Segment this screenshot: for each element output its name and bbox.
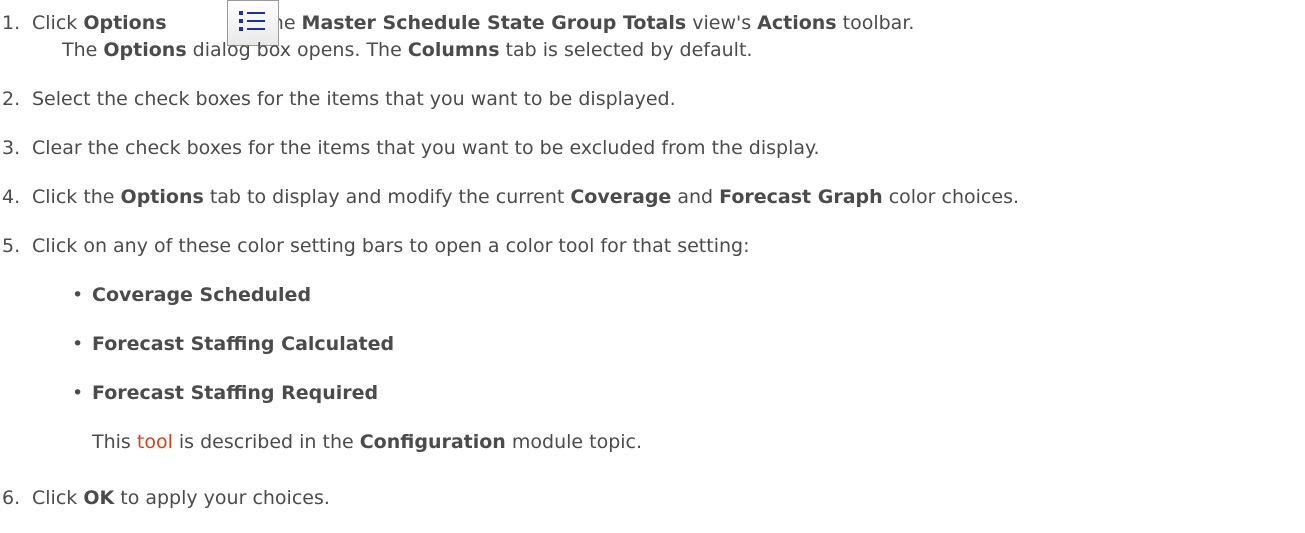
step-3: 3. Clear the check boxes for the items th… bbox=[2, 137, 820, 159]
tool-note: This tool is described in the Configurat… bbox=[92, 431, 643, 453]
step-4: 4. Click the Options tab to display and m… bbox=[2, 186, 1020, 208]
bullet-forecast-staffing-calculated: • Forecast Staffing Calculated bbox=[72, 333, 395, 355]
step-2: 2. Select the check boxes for the items t… bbox=[2, 88, 676, 110]
actions-label: Actions bbox=[757, 12, 837, 34]
view-name: Master Schedule State Group Totals bbox=[301, 12, 687, 34]
step-5: 5. Click on any of these color setting ba… bbox=[2, 235, 750, 257]
bullet-coverage-scheduled: • Coverage Scheduled bbox=[72, 284, 312, 306]
instructions: 1.Click Options on the Master Schedule S… bbox=[0, 0, 1305, 533]
step-1-result: The Options dialog box opens. The Column… bbox=[62, 39, 753, 61]
step-number: 1. bbox=[2, 12, 21, 34]
options-label: Options bbox=[83, 12, 167, 34]
step-1: 1.Click Options on the Master Schedule S… bbox=[2, 12, 915, 34]
step-6: 6. Click OK to apply your choices. bbox=[2, 487, 330, 509]
bullet-forecast-staffing-required: • Forecast Staffing Required bbox=[72, 382, 379, 404]
tool-link[interactable]: tool bbox=[137, 431, 173, 453]
